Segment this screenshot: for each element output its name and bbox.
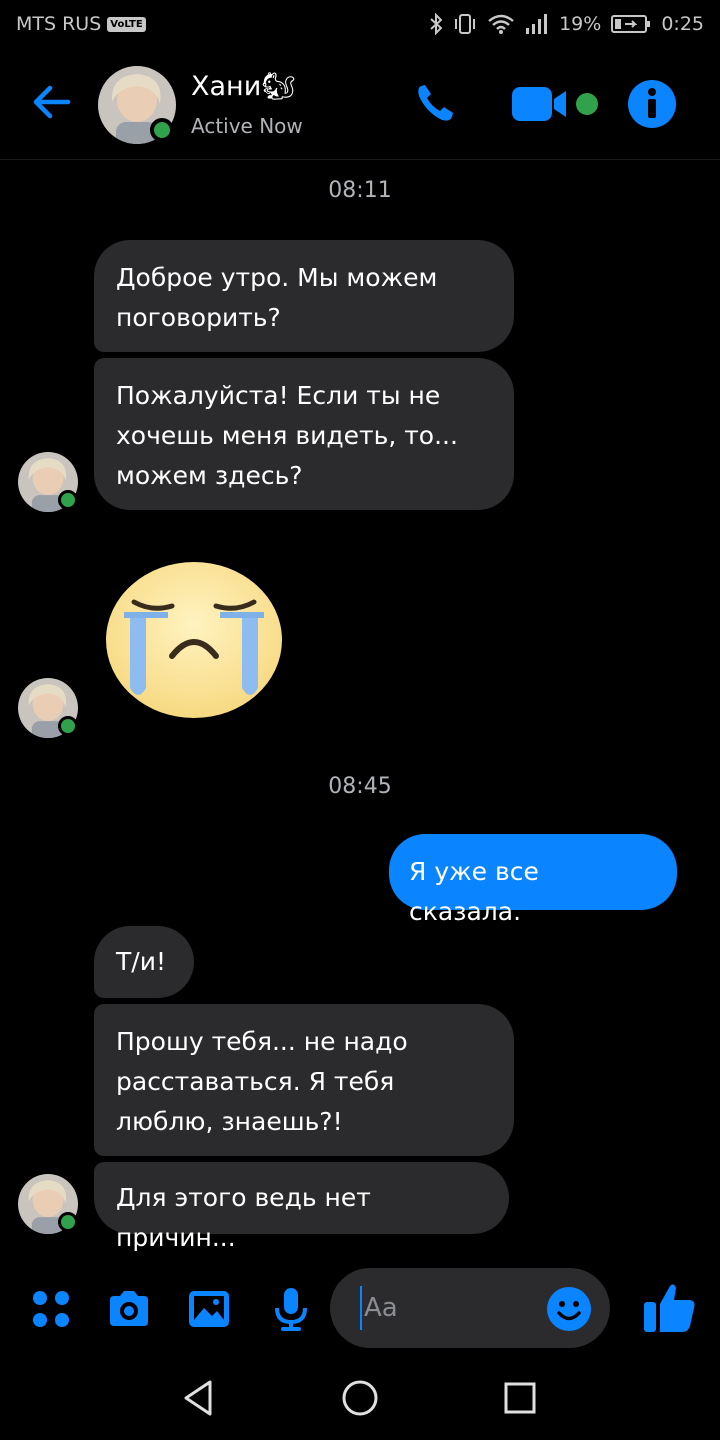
nav-back-icon[interactable] [180,1378,220,1418]
back-arrow-icon[interactable] [28,78,76,126]
camera-icon[interactable] [106,1286,152,1332]
system-nav-bar [0,1350,720,1440]
online-indicator [58,716,78,736]
sad-face-sticker[interactable] [104,560,284,720]
message-incoming[interactable]: Доброе утро. Мы можем поговорить? [94,240,514,352]
contact-name[interactable]: Хани🐿 [191,70,296,102]
contact-status: Active Now [191,114,303,138]
wifi-icon [488,14,514,34]
video-camera-icon[interactable] [510,84,570,124]
message-incoming[interactable]: Т/и! [94,926,194,998]
message-input[interactable] [360,1286,540,1330]
microphone-icon[interactable] [268,1286,314,1332]
message-outgoing[interactable]: Я уже все сказала. [389,834,677,926]
battery-percent: 19% [559,13,602,35]
online-indicator [58,1212,78,1232]
carrier-label: MTS RUS [16,13,102,35]
menu-dots-icon[interactable] [28,1286,74,1332]
gallery-icon[interactable] [186,1286,232,1332]
timestamp-divider: 08:45 [328,774,392,799]
message-incoming[interactable]: Для этого ведь нет причин... [94,1162,509,1252]
video-active-dot [576,93,598,115]
message-incoming[interactable]: Прошу тебя... не надо расставаться. Я те… [94,1004,514,1156]
message-incoming[interactable]: Пожалуйста! Если ты не хочешь меня видет… [94,358,514,510]
emoji-icon[interactable] [546,1286,592,1332]
signal-icon [526,14,548,34]
battery-icon [611,15,651,33]
thumbs-up-icon[interactable] [640,1278,698,1336]
online-indicator [150,118,174,142]
phone-icon[interactable] [412,80,458,126]
volte-badge: VoLTE [107,16,146,32]
status-bar: MTS RUS VoLTE 19% 0:25 [0,0,720,48]
timestamp-divider: 08:11 [328,178,392,203]
message-input-container[interactable] [330,1268,610,1348]
info-icon[interactable] [627,79,677,129]
nav-recents-icon[interactable] [500,1378,540,1418]
online-indicator [58,490,78,510]
message-composer [0,1266,720,1350]
vibrate-icon [455,14,476,34]
clock: 0:25 [661,13,704,35]
nav-home-icon[interactable] [340,1378,380,1418]
conversation-header: Хани🐿 Active Now [0,48,720,160]
bluetooth-icon [430,13,443,35]
